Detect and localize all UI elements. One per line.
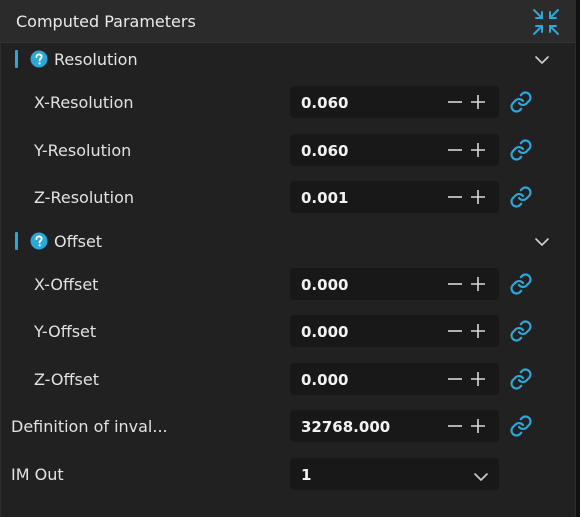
chevron-down-icon[interactable] [473,468,489,481]
param-label: Z-Resolution [34,188,135,207]
decrement-button[interactable] [447,322,463,340]
select-value[interactable]: 1 [301,466,311,484]
input-value[interactable]: 0.001 [301,189,348,207]
panel-title: Computed Parameters [16,12,196,31]
decrement-button[interactable] [447,417,463,435]
input-value[interactable]: 0.060 [301,142,348,160]
number-input[interactable]: 0.000 [290,315,499,347]
increment-button[interactable] [470,322,486,340]
increment-button[interactable] [470,275,486,293]
increment-button[interactable] [470,417,486,435]
number-input[interactable]: 0.001 [290,181,499,213]
input-value[interactable]: 0.000 [301,323,348,341]
section-offset-header[interactable]: Offset [1,224,575,258]
param-label: Z-Offset [34,370,99,389]
im-out-select[interactable]: 1 [290,458,499,490]
chevron-down-icon[interactable] [534,52,550,66]
input-value[interactable]: 0.060 [301,94,348,112]
help-icon[interactable] [30,50,48,68]
input-value[interactable]: 0.000 [301,276,348,294]
param-row-y-offset: Y-Offset 0.000 [1,314,575,348]
decrement-button[interactable] [447,93,463,111]
param-label: Y-Offset [34,322,97,341]
link-icon[interactable] [509,414,533,438]
section-resolution-header[interactable]: Resolution [1,42,575,76]
param-label: X-Offset [34,275,99,294]
input-value[interactable]: 0.000 [301,371,348,389]
panel-header: Computed Parameters [1,0,575,43]
number-input[interactable]: 0.060 [290,134,499,166]
link-icon[interactable] [509,272,533,296]
param-row-y-resolution: Y-Resolution 0.060 [1,133,575,167]
param-row-x-offset: X-Offset 0.000 [1,267,575,301]
increment-button[interactable] [470,188,486,206]
link-icon[interactable] [509,185,533,209]
param-label: IM Out [11,465,64,484]
param-row-z-resolution: Z-Resolution 0.001 [1,180,575,214]
param-label: Definition of inval... [11,417,168,436]
param-row-definition-invalid: Definition of inval... 32768.000 [1,409,575,443]
param-row-im-out: IM Out 1 [1,457,575,491]
decrement-button[interactable] [447,141,463,159]
section-resolution-label: Resolution [54,50,138,69]
param-label: X-Resolution [34,93,134,112]
decrement-button[interactable] [447,275,463,293]
increment-button[interactable] [470,370,486,388]
number-input[interactable]: 0.000 [290,363,499,395]
param-row-z-offset: Z-Offset 0.000 [1,362,575,396]
collapse-arrows-icon[interactable] [531,7,561,37]
computed-parameters-panel: Computed Parameters Resolution X-Resolut… [0,0,576,517]
number-input[interactable]: 32768.000 [290,410,499,442]
link-icon[interactable] [509,90,533,114]
section-accent-bar [15,232,18,250]
param-label: Y-Resolution [34,141,132,160]
link-icon[interactable] [509,138,533,162]
number-input[interactable]: 0.060 [290,86,499,118]
increment-button[interactable] [470,141,486,159]
number-input[interactable]: 0.000 [290,268,499,300]
param-row-x-resolution: X-Resolution 0.060 [1,85,575,119]
link-icon[interactable] [509,319,533,343]
section-offset-label: Offset [54,232,103,251]
decrement-button[interactable] [447,188,463,206]
link-icon[interactable] [509,367,533,391]
section-accent-bar [15,50,18,68]
help-icon[interactable] [30,232,48,250]
decrement-button[interactable] [447,370,463,388]
increment-button[interactable] [470,93,486,111]
chevron-down-icon[interactable] [534,234,550,248]
input-value[interactable]: 32768.000 [301,418,390,436]
